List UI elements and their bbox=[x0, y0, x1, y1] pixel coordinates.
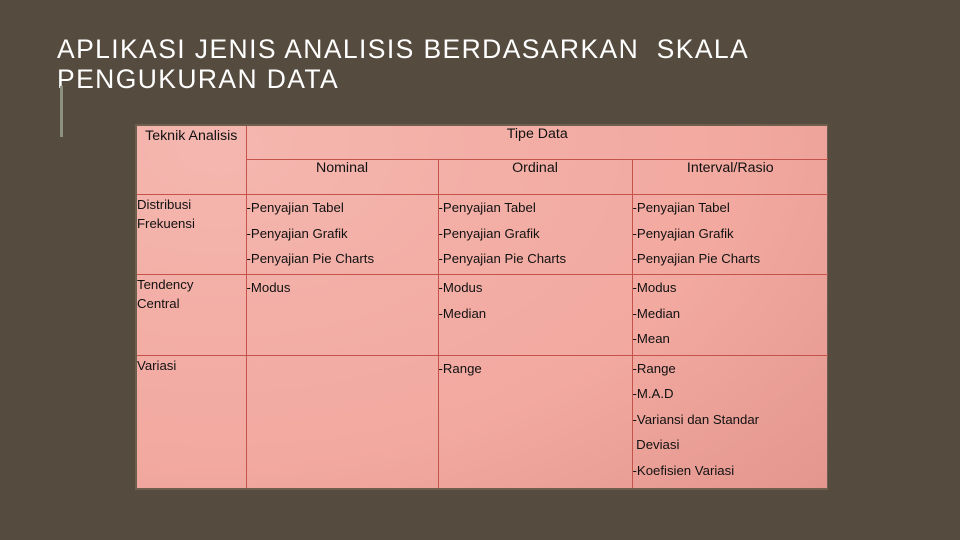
row-label-line-2: Central bbox=[137, 296, 180, 312]
cell-line: -Penyajian Pie Charts bbox=[438, 251, 567, 266]
cell-distribusi-nominal: -Penyajian Tabel -Penyajian Grafik -Peny… bbox=[246, 194, 439, 276]
cell-line: -Modus bbox=[246, 280, 291, 296]
cell-line: -Variansi dan Standar bbox=[632, 411, 760, 427]
title-accent-bar bbox=[60, 86, 63, 137]
row-label-line-1: Variasi bbox=[137, 357, 177, 373]
slide-canvas: APLIKASI JENIS ANALISIS BERDASARKAN SKAL… bbox=[0, 0, 960, 540]
table-row: Distribusi Frekuensi -Penyajian Tabel -P… bbox=[137, 194, 829, 276]
table-row: Variasi -Range -Range -M.A.D -Variansi d… bbox=[137, 355, 828, 488]
cell-tendency-nominal: -Modus bbox=[246, 274, 439, 356]
cell-tendency-ordinal: -Modus -Median bbox=[438, 274, 633, 356]
cell-line: -Mean bbox=[632, 331, 670, 347]
cell-line: -Penyajian Tabel bbox=[632, 200, 730, 215]
cell-line: -Modus bbox=[632, 280, 677, 296]
cell-tendency-interval: -Modus -Median -Mean bbox=[632, 274, 829, 356]
cell-line: -Median bbox=[438, 305, 487, 321]
header-teknik-analisis-line-2: Analisis bbox=[188, 128, 238, 144]
header-teknik-analisis: Teknik Analisis bbox=[137, 126, 247, 195]
cell-line: -Penyajian Tabel bbox=[246, 200, 344, 215]
analysis-table-container: Teknik Analisis Tipe Data Nominal Ordina… bbox=[135, 124, 829, 490]
cell-line: -Penyajian Pie Charts bbox=[246, 251, 375, 266]
cell-variasi-nominal bbox=[246, 355, 439, 488]
row-label-line-1: Distribusi bbox=[137, 197, 192, 212]
row-label-variasi: Variasi bbox=[137, 355, 247, 488]
row-label-tendency-central: Tendency Central bbox=[137, 274, 247, 356]
analysis-table: Teknik Analisis Tipe Data Nominal Ordina… bbox=[137, 126, 829, 488]
header-teknik-analisis-line-1: Teknik bbox=[145, 128, 186, 144]
cell-line: -Koefisien Variasi bbox=[632, 462, 735, 478]
row-label-line-2: Frekuensi bbox=[137, 216, 195, 231]
cell-line: -Range bbox=[438, 360, 482, 376]
row-label-line-1: Tendency bbox=[137, 277, 194, 293]
header-column-nominal: Nominal bbox=[246, 159, 439, 195]
header-column-interval-rasio: Interval/Rasio bbox=[632, 159, 829, 195]
cell-line: -Penyajian Grafik bbox=[438, 225, 540, 241]
table-header-row-group: Teknik Analisis Tipe Data bbox=[137, 126, 829, 195]
cell-distribusi-ordinal: -Penyajian Tabel -Penyajian Grafik -Peny… bbox=[438, 194, 633, 276]
cell-line: -M.A.D bbox=[632, 386, 674, 402]
cell-line: -Penyajian Tabel bbox=[438, 200, 536, 215]
cell-distribusi-interval: -Penyajian Tabel -Penyajian Grafik -Peny… bbox=[632, 194, 829, 276]
cell-line: -Range bbox=[632, 360, 676, 376]
page-title-line-1: APLIKASI JENIS ANALISIS BERDASARKAN SKAL… bbox=[57, 34, 750, 64]
header-tipe-data: Tipe Data bbox=[246, 126, 829, 160]
cell-line: -Modus bbox=[438, 280, 483, 296]
cell-variasi-ordinal: -Range bbox=[438, 355, 633, 488]
cell-line: -Median bbox=[632, 305, 681, 321]
cell-line: -Penyajian Grafik bbox=[632, 225, 734, 241]
cell-line: -Penyajian Pie Charts bbox=[632, 251, 761, 266]
cell-variasi-interval: -Range -M.A.D -Variansi dan Standar Devi… bbox=[632, 355, 828, 488]
row-label-distribusi-frekuensi: Distribusi Frekuensi bbox=[137, 194, 247, 276]
header-column-ordinal: Ordinal bbox=[438, 159, 633, 195]
cell-line: -Penyajian Grafik bbox=[246, 225, 348, 241]
page-title: APLIKASI JENIS ANALISIS BERDASARKAN SKAL… bbox=[57, 34, 897, 94]
page-title-line-2: PENGUKURAN DATA bbox=[57, 64, 340, 94]
cell-line: Deviasi bbox=[632, 437, 680, 453]
table-row: Tendency Central -Modus -Modus -Median -… bbox=[137, 274, 829, 356]
